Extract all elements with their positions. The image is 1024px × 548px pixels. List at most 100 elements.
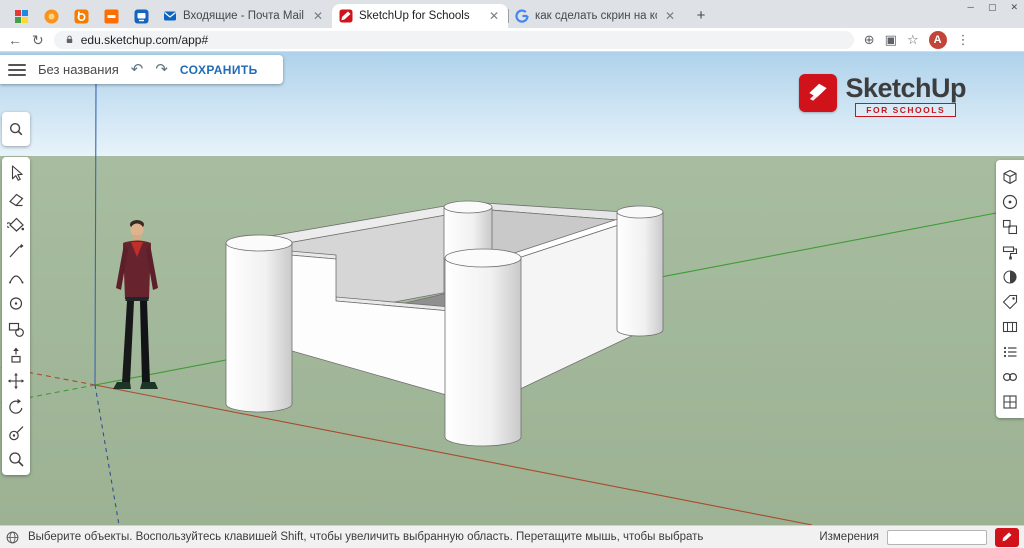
pinned-tab-1[interactable] <box>6 4 36 28</box>
tags-panel[interactable] <box>997 289 1023 314</box>
eraser-tool[interactable] <box>3 186 29 212</box>
tag-icon <box>1001 293 1019 311</box>
pinned-tab-4[interactable] <box>96 4 126 28</box>
bookmark-star-icon[interactable]: ☆ <box>907 32 919 48</box>
globe-icon[interactable] <box>5 530 20 545</box>
address-bar: ← ↻ edu.sketchup.com/app# ⊕ ▣ ☆ A ⋮ <box>0 28 1024 52</box>
document-title[interactable]: Без названия <box>38 62 119 77</box>
tab-sketchup-active[interactable]: SketchUp for Schools ✕ <box>332 4 508 28</box>
pencil-icon <box>7 242 25 260</box>
redo-button[interactable]: ↷ <box>155 62 168 77</box>
mail-envelope-icon <box>163 9 177 23</box>
outliner-panel[interactable] <box>997 339 1023 364</box>
circle-tool[interactable] <box>3 290 29 316</box>
push-pull-tool[interactable] <box>3 342 29 368</box>
tab-google-search[interactable]: как сделать скрин на компе - П ✕ <box>508 4 684 28</box>
tab-mail[interactable]: Входящие - Почта Mail.ru ✕ <box>156 4 332 28</box>
left-toolbar <box>2 157 30 475</box>
url-text: edu.sketchup.com/app# <box>81 33 208 47</box>
pinned-tab-3[interactable] <box>66 4 96 28</box>
app-header: Без названия ↶ ↷ СОХРАНИТЬ <box>0 55 283 84</box>
shapes-tool[interactable] <box>3 316 29 342</box>
select-cursor-icon <box>7 164 25 182</box>
tape-measure-icon <box>7 424 25 442</box>
search-icon <box>8 121 24 137</box>
reload-icon[interactable]: ↻ <box>32 33 44 47</box>
rotate-tool[interactable] <box>3 394 29 420</box>
paint-bucket-icon <box>7 216 25 234</box>
tape-measure-tool[interactable] <box>3 420 29 446</box>
new-tab-button[interactable]: + <box>690 4 712 26</box>
window-controls: ─ ▢ ✕ <box>968 2 1018 13</box>
browser-window: Входящие - Почта Mail.ru ✕ SketchUp for … <box>0 0 1024 548</box>
instructor-icon <box>1001 193 1019 211</box>
save-button[interactable]: СОХРАНИТЬ <box>180 63 258 77</box>
film-icon <box>1001 318 1019 336</box>
select-tool[interactable] <box>3 160 29 186</box>
maximize-icon[interactable]: ▢ <box>988 2 997 13</box>
styles-icon <box>1001 268 1019 286</box>
orange-circle-icon <box>44 9 59 24</box>
zoom-tool[interactable] <box>3 446 29 472</box>
orange-square-icon <box>104 9 119 24</box>
menu-hamburger-icon[interactable] <box>8 64 26 76</box>
logo-wordmark: SketchUp <box>845 74 966 102</box>
3d-viewport[interactable] <box>0 52 1024 525</box>
eraser-icon <box>7 190 25 208</box>
back-icon[interactable]: ← <box>8 33 22 47</box>
close-icon[interactable]: ✕ <box>1010 2 1018 13</box>
scenes-panel[interactable] <box>997 314 1023 339</box>
tab-close-icon[interactable]: ✕ <box>663 10 677 22</box>
infinity-icon <box>1001 368 1019 386</box>
soften-edges-panel[interactable] <box>997 364 1023 389</box>
list-icon <box>1001 343 1019 361</box>
sketchup-logo-mark-icon <box>799 74 837 112</box>
status-hint-text: Выберите объекты. Воспользуйтесь клавише… <box>28 531 811 543</box>
arc-tool[interactable] <box>3 264 29 290</box>
minimize-icon[interactable]: ─ <box>968 2 974 13</box>
instructor-panel[interactable] <box>997 189 1023 214</box>
undo-button[interactable]: ↶ <box>131 62 144 77</box>
components-icon <box>1001 218 1019 236</box>
orange-b-icon <box>74 9 89 24</box>
url-omnibox[interactable]: edu.sketchup.com/app# <box>54 31 854 49</box>
components-panel[interactable] <box>997 214 1023 239</box>
color-grid-icon <box>14 9 29 24</box>
measurements-input[interactable] <box>887 530 987 545</box>
move-tool[interactable] <box>3 368 29 394</box>
grid-icon <box>1001 393 1019 411</box>
logo-tagline: FOR SCHOOLS <box>855 103 956 117</box>
sketchup-watermark: SketchUp FOR SCHOOLS <box>799 74 966 117</box>
tab-close-icon[interactable]: ✕ <box>487 10 501 22</box>
tower-front <box>445 258 521 446</box>
share-icon[interactable]: ⊕ <box>864 32 875 48</box>
styles-panel[interactable] <box>997 264 1023 289</box>
entity-info-panel[interactable] <box>997 164 1023 189</box>
paint-bucket-tool[interactable] <box>3 212 29 238</box>
profile-avatar[interactable]: A <box>929 31 947 49</box>
cube-icon <box>1001 168 1019 186</box>
tower-left <box>226 243 292 412</box>
measurements-label: Измерения <box>819 531 879 543</box>
paint-roller-icon <box>1001 243 1019 261</box>
status-bar: Выберите объекты. Воспользуйтесь клавише… <box>0 525 1024 548</box>
arc-icon <box>7 268 25 286</box>
pinned-tab-2[interactable] <box>36 4 66 28</box>
secure-lock-icon <box>64 34 75 45</box>
tab-label: Входящие - Почта Mail.ru <box>183 10 305 22</box>
sketchup-logo-icon <box>339 9 353 23</box>
materials-panel[interactable] <box>997 239 1023 264</box>
chrome-menu-icon[interactable]: ⋮ <box>957 32 970 48</box>
circle-icon <box>7 294 25 312</box>
rotate-icon <box>7 398 25 416</box>
tab-close-icon[interactable]: ✕ <box>311 10 325 22</box>
tab-separator <box>508 9 509 23</box>
pinned-tab-5[interactable] <box>126 4 156 28</box>
search-tool-button[interactable] <box>2 112 30 146</box>
display-panel[interactable] <box>997 389 1023 414</box>
reader-icon[interactable]: ▣ <box>885 32 897 48</box>
sketchup-chip-icon[interactable] <box>995 528 1019 547</box>
google-g-icon <box>515 9 529 23</box>
tab-strip: Входящие - Почта Mail.ru ✕ SketchUp for … <box>0 0 1024 28</box>
line-tool[interactable] <box>3 238 29 264</box>
